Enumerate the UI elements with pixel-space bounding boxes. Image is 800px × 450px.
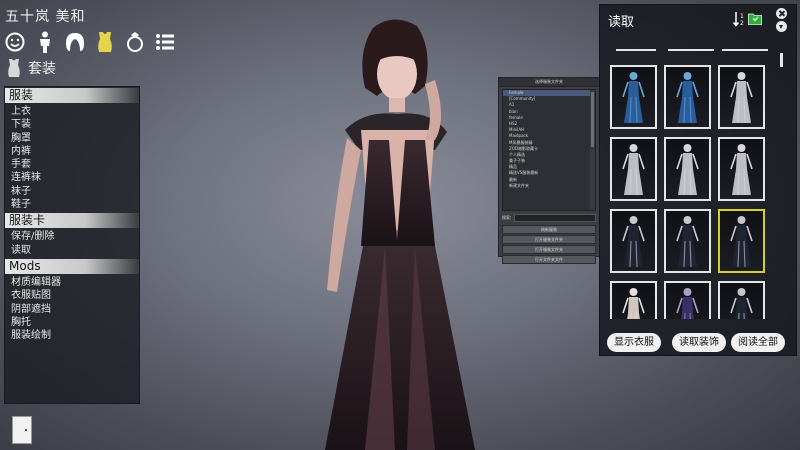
menu-item-gloves[interactable]: 手套 bbox=[5, 158, 139, 171]
outfit-figure-icon bbox=[622, 216, 645, 268]
exit-door-button[interactable] bbox=[12, 416, 32, 444]
folder-browser-window: 选择服装文件夹 Female [Community] A1 blan femal… bbox=[498, 77, 600, 264]
folder-search-input[interactable] bbox=[514, 214, 596, 222]
svg-text:2: 2 bbox=[740, 20, 744, 27]
outfit-thumbnail[interactable] bbox=[664, 65, 711, 129]
thumbnail-row-edge bbox=[668, 49, 714, 55]
collapse-button[interactable] bbox=[776, 21, 787, 32]
outfit-thumbnail[interactable] bbox=[718, 65, 765, 129]
load-all-button[interactable]: 阅读全部 bbox=[731, 333, 785, 352]
svg-text:1: 1 bbox=[740, 13, 744, 20]
tree-item[interactable]: 新建文件夹 bbox=[503, 183, 595, 189]
menu-item-bra[interactable]: 胸罩 bbox=[5, 132, 139, 145]
menu-item-clothing-paint[interactable]: 服装绘制 bbox=[5, 329, 139, 342]
hair-icon[interactable] bbox=[64, 30, 86, 54]
folder-tree-scrollbar[interactable] bbox=[590, 90, 595, 210]
list-icon[interactable] bbox=[154, 30, 176, 54]
menu-item-clothing-texture[interactable]: 衣服贴图 bbox=[5, 289, 139, 302]
menu-header-clothing-card: 服装卡 bbox=[5, 213, 139, 229]
menu-item-shoes[interactable]: 鞋子 bbox=[5, 198, 139, 211]
outfit-figure-icon bbox=[622, 288, 645, 319]
menu-item-load[interactable]: 读取 bbox=[5, 244, 139, 257]
folder-tree: Female [Community] A1 blan female HS2 Mi… bbox=[502, 89, 596, 211]
open-file-folder-button[interactable]: 打开文件夹文件 bbox=[502, 255, 596, 264]
menu-item-save-delete[interactable]: 保存/删除 bbox=[5, 230, 139, 243]
outfit-thumbnail[interactable] bbox=[718, 281, 765, 319]
thumbnail-scroll-area bbox=[610, 31, 774, 319]
outfit-figure-icon bbox=[676, 144, 699, 196]
outfit-thumbnail[interactable] bbox=[718, 137, 765, 201]
outfit-figure-icon bbox=[730, 288, 753, 319]
menu-item-underwear[interactable]: 内裤 bbox=[5, 145, 139, 158]
outfit-thumbnail[interactable] bbox=[664, 137, 711, 201]
menu-item-pantyhose[interactable]: 连裤袜 bbox=[5, 171, 139, 184]
folder-search-row: 搜索: bbox=[502, 214, 596, 222]
thumbnail-scrollbar[interactable] bbox=[780, 53, 783, 67]
outfit-figure-icon bbox=[676, 288, 699, 319]
thumbnail-row-edge bbox=[616, 49, 656, 55]
outfit-menu-panel: 服装 上衣 下装 胸罩 内裤 手套 连裤袜 袜子 鞋子 服装卡 保存/删除 读取… bbox=[4, 86, 140, 404]
outfit-thumbnail[interactable] bbox=[610, 137, 657, 201]
outfit-figure-icon bbox=[622, 144, 645, 196]
close-button[interactable] bbox=[776, 8, 787, 19]
thumbnail-row-edge bbox=[722, 49, 768, 55]
outfit-thumbnail[interactable] bbox=[718, 209, 765, 273]
outfit-figure-icon bbox=[622, 72, 645, 124]
menu-item-material-editor[interactable]: 材质编辑器 bbox=[5, 276, 139, 289]
sort-icon[interactable]: 1 2 bbox=[733, 11, 747, 27]
outfit-thumbnail[interactable] bbox=[610, 65, 657, 129]
thumbnail-grid bbox=[610, 65, 774, 319]
outfit-icon bbox=[8, 59, 20, 77]
menu-header-clothing: 服装 bbox=[5, 88, 139, 103]
outfit-figure-icon bbox=[676, 72, 699, 124]
outfit-thumbnail[interactable] bbox=[610, 209, 657, 273]
character-model bbox=[325, 19, 475, 450]
open-folder-button[interactable]: 打开服装文件夹 bbox=[502, 235, 596, 244]
folder-search-label: 搜索: bbox=[502, 215, 512, 220]
menu-header-mods: Mods bbox=[5, 258, 139, 274]
outfit-thumbnail[interactable] bbox=[664, 209, 711, 273]
face-icon[interactable] bbox=[4, 30, 26, 54]
outfit-thumbnail[interactable] bbox=[610, 281, 657, 319]
open-folder-button-2[interactable]: 打开服装文件夹 bbox=[502, 245, 596, 254]
folder-icon[interactable] bbox=[748, 12, 762, 25]
category-toolbar bbox=[4, 30, 176, 54]
section-header: 套装 bbox=[6, 58, 56, 78]
body-icon[interactable] bbox=[34, 30, 56, 54]
folder-browser-title: 选择服装文件夹 bbox=[499, 78, 599, 87]
section-title: 套装 bbox=[28, 61, 56, 77]
outfit-thumbnail[interactable] bbox=[664, 281, 711, 319]
load-panel: 读取 1 2 显示衣服 读取装饰 阅读全部 bbox=[599, 4, 797, 356]
outfit-figure-icon bbox=[730, 144, 753, 196]
accessory-icon[interactable] bbox=[124, 30, 146, 54]
load-accessories-button[interactable]: 读取装饰 bbox=[672, 333, 726, 352]
clothing-icon[interactable] bbox=[94, 30, 116, 54]
refresh-button[interactable]: 刷新服装 bbox=[502, 225, 596, 234]
load-panel-title: 读取 bbox=[608, 15, 635, 30]
menu-item-push-up[interactable]: 胸托 bbox=[5, 316, 139, 329]
outfit-figure-icon bbox=[676, 216, 699, 268]
show-clothes-button[interactable]: 显示衣服 bbox=[607, 333, 661, 352]
outfit-figure-icon bbox=[730, 216, 753, 268]
character-name: 五十岚 美和 bbox=[5, 9, 86, 25]
menu-item-bottom[interactable]: 下装 bbox=[5, 118, 139, 131]
menu-item-top[interactable]: 上衣 bbox=[5, 105, 139, 118]
menu-item-censor[interactable]: 阴部遮挡 bbox=[5, 303, 139, 316]
outfit-figure-icon bbox=[730, 72, 753, 124]
menu-item-socks[interactable]: 袜子 bbox=[5, 185, 139, 198]
